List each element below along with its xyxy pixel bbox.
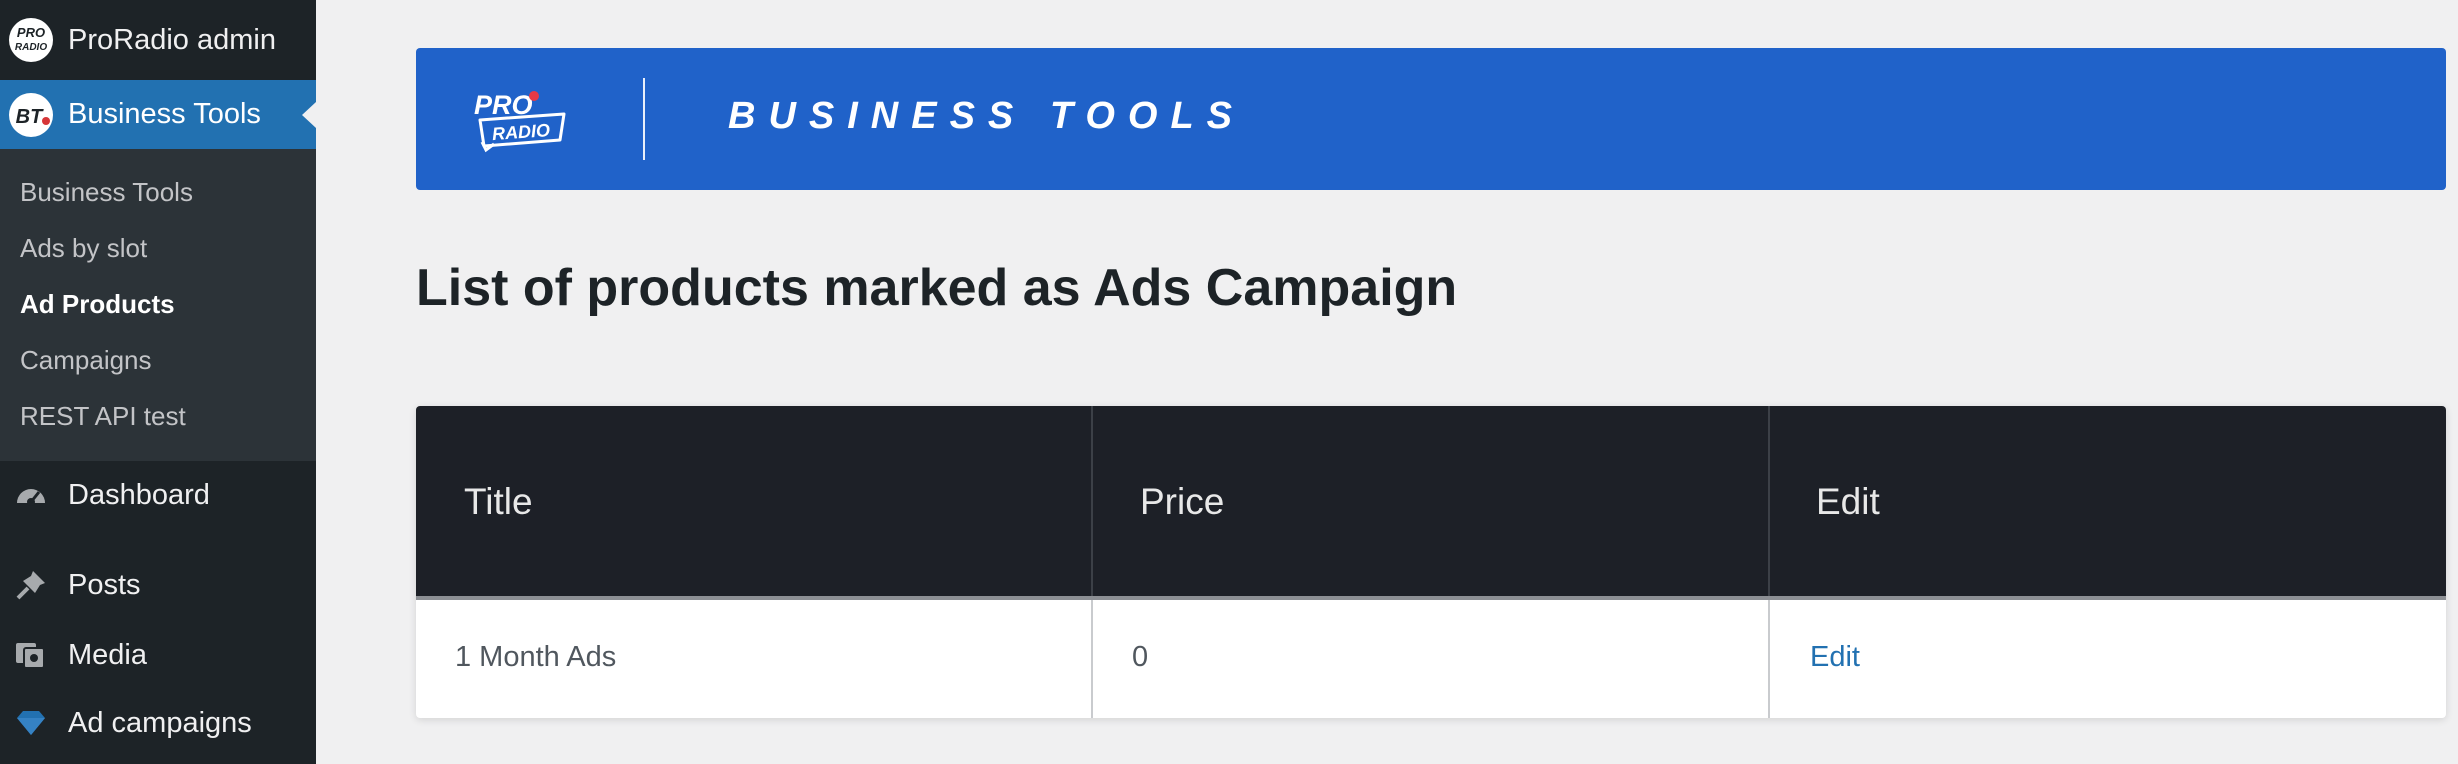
- sidebar-item-dashboard[interactable]: Dashboard: [0, 462, 316, 528]
- submenu-item-business-tools[interactable]: Business Tools: [20, 177, 193, 208]
- proradio-logo-icon: PRO RADIO: [8, 17, 54, 63]
- diamond-icon: [8, 700, 54, 746]
- dashboard-icon: [8, 472, 54, 518]
- product-price-cell: 0: [1132, 641, 1149, 673]
- edit-link[interactable]: Edit: [1810, 641, 1860, 674]
- product-title-cell: 1 Month Ads: [455, 641, 617, 673]
- svg-text:PRO: PRO: [17, 25, 45, 40]
- sidebar-item-ad-campaigns[interactable]: Ad campaigns: [0, 690, 316, 756]
- admin-sidebar: PRO RADIO ProRadio admin BT Business Too…: [0, 0, 316, 764]
- current-menu-arrow: [302, 102, 316, 128]
- banner-title: BUSINESS TOOLS: [728, 95, 1246, 137]
- svg-text:RADIO: RADIO: [491, 120, 550, 144]
- svg-text:BT: BT: [16, 106, 44, 128]
- ad-products-table: Title Price Edit 1 Month Ads 0 Edit: [416, 406, 2446, 718]
- column-divider: [1091, 600, 1093, 718]
- business-tools-banner: PRO RADIO BUSINESS TOOLS: [416, 48, 2446, 190]
- svg-text:RADIO: RADIO: [15, 42, 47, 53]
- pin-icon: [8, 562, 54, 608]
- column-divider: [1091, 406, 1093, 596]
- sidebar-item-label: Dashboard: [68, 478, 210, 511]
- column-header-edit[interactable]: Edit: [1816, 481, 1880, 523]
- submenu-item-ad-products[interactable]: Ad Products: [20, 289, 175, 320]
- sidebar-item-label: Ad campaigns: [68, 706, 252, 739]
- proradio-logo: PRO RADIO: [472, 82, 572, 158]
- page-title: List of products marked as Ads Campaign: [416, 259, 1458, 317]
- banner-divider: [643, 78, 645, 160]
- sidebar-item-label: Posts: [68, 568, 141, 601]
- submenu-item-ads-by-slot[interactable]: Ads by slot: [20, 233, 147, 264]
- column-divider: [1768, 600, 1770, 718]
- sidebar-item-business-tools[interactable]: BT Business Tools: [0, 80, 316, 149]
- sidebar-item-posts[interactable]: Posts: [0, 552, 316, 618]
- column-divider: [1768, 406, 1770, 596]
- business-tools-icon: BT: [8, 92, 54, 138]
- column-header-price[interactable]: Price: [1140, 481, 1224, 523]
- media-icon: [8, 632, 54, 678]
- sidebar-item-label: Business Tools: [68, 98, 261, 130]
- table-header: [416, 406, 2446, 596]
- submenu-item-rest-api-test[interactable]: REST API test: [20, 401, 186, 432]
- sidebar-item-label: Media: [68, 638, 147, 671]
- table-header-divider: [416, 596, 2446, 600]
- submenu-item-campaigns[interactable]: Campaigns: [20, 345, 152, 376]
- site-name-item[interactable]: PRO RADIO ProRadio admin: [0, 0, 316, 80]
- site-name-label: ProRadio admin: [68, 23, 276, 56]
- sidebar-item-media[interactable]: Media: [0, 622, 316, 688]
- business-tools-submenu: Business Tools Ads by slot Ad Products C…: [0, 149, 316, 461]
- column-header-title[interactable]: Title: [464, 481, 533, 523]
